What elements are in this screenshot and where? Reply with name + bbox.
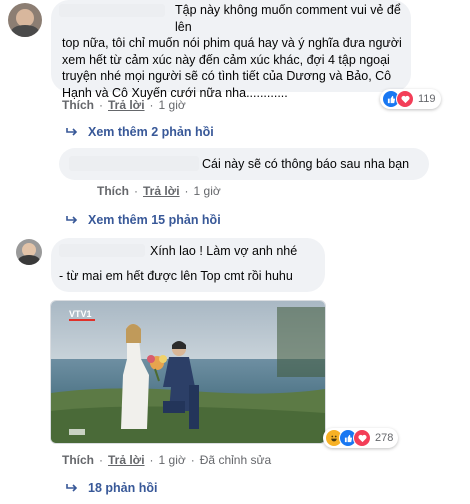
comment-bubble: Tập này không muốn comment vui vẻ để lên… [51, 0, 411, 100]
reply-button[interactable]: Trả lời [108, 98, 145, 112]
avatar[interactable] [8, 3, 42, 37]
reply-bubble: Cái này sẽ có thông báo sau nha bạn [59, 148, 429, 180]
timestamp[interactable]: 1 giờ [159, 453, 186, 467]
view-more-replies-link[interactable]: Xem thêm 2 phản hồi [66, 125, 214, 139]
separator: · [99, 98, 103, 112]
separator: · [184, 184, 189, 198]
scene-image: VTV1 [51, 301, 325, 443]
separator: · [190, 453, 195, 467]
reply-actions: Thích · Trả lời · 1 giờ [97, 184, 221, 198]
comment-photo[interactable]: VTV1 [50, 300, 326, 444]
reply-text: Cái này sẽ có thông báo sau nha bạn [202, 157, 410, 171]
comment-actions: Thích · Trả lời · 1 giờ · Đã chỉnh sửa [62, 453, 271, 467]
separator: · [134, 184, 138, 198]
timestamp[interactable]: 1 giờ [159, 98, 186, 112]
comment-text-line1: Xính lao ! Làm vợ anh nhé [150, 244, 298, 258]
reaction-count: 278 [375, 432, 394, 444]
view-more-replies-link[interactable]: Xem thêm 15 phản hồi [66, 213, 221, 227]
separator: · [149, 453, 154, 467]
comment-text-line2: - từ mai em hết được lên Top cmt rồi huh… [59, 269, 293, 283]
reaction-count: 119 [418, 93, 436, 105]
avatar[interactable] [16, 239, 42, 265]
reply-author-name[interactable] [69, 156, 199, 171]
comment-bubble: Xính lao ! Làm vợ anh nhé - từ mai em hế… [51, 238, 325, 292]
timestamp[interactable]: 1 giờ [194, 184, 221, 198]
reply-arrow-icon [66, 484, 78, 492]
like-button[interactable]: Thích [62, 98, 94, 112]
separator: · [149, 98, 154, 112]
reply-button[interactable]: Trả lời [143, 184, 180, 198]
love-reaction-icon [353, 429, 371, 447]
separator: · [99, 453, 103, 467]
reactions-summary[interactable]: 278 [323, 428, 399, 448]
channel-logo: VTV1 [69, 309, 92, 319]
reply-button[interactable]: Trả lời [108, 453, 145, 467]
comment-text: Tập này không muốn comment vui vẻ để lên… [62, 3, 402, 100]
author-name[interactable] [59, 244, 145, 257]
reactions-summary[interactable]: 119 [380, 89, 441, 109]
like-button[interactable]: Thích [62, 453, 94, 467]
reply-arrow-icon [66, 128, 78, 136]
love-reaction-icon [396, 90, 414, 108]
edited-label[interactable]: Đã chỉnh sửa [200, 453, 271, 467]
comment-actions: Thích · Trả lời · 1 giờ [62, 98, 186, 112]
reply-arrow-icon [66, 216, 78, 224]
view-replies-link[interactable]: 18 phản hồi [66, 481, 157, 495]
like-button[interactable]: Thích [97, 184, 129, 198]
